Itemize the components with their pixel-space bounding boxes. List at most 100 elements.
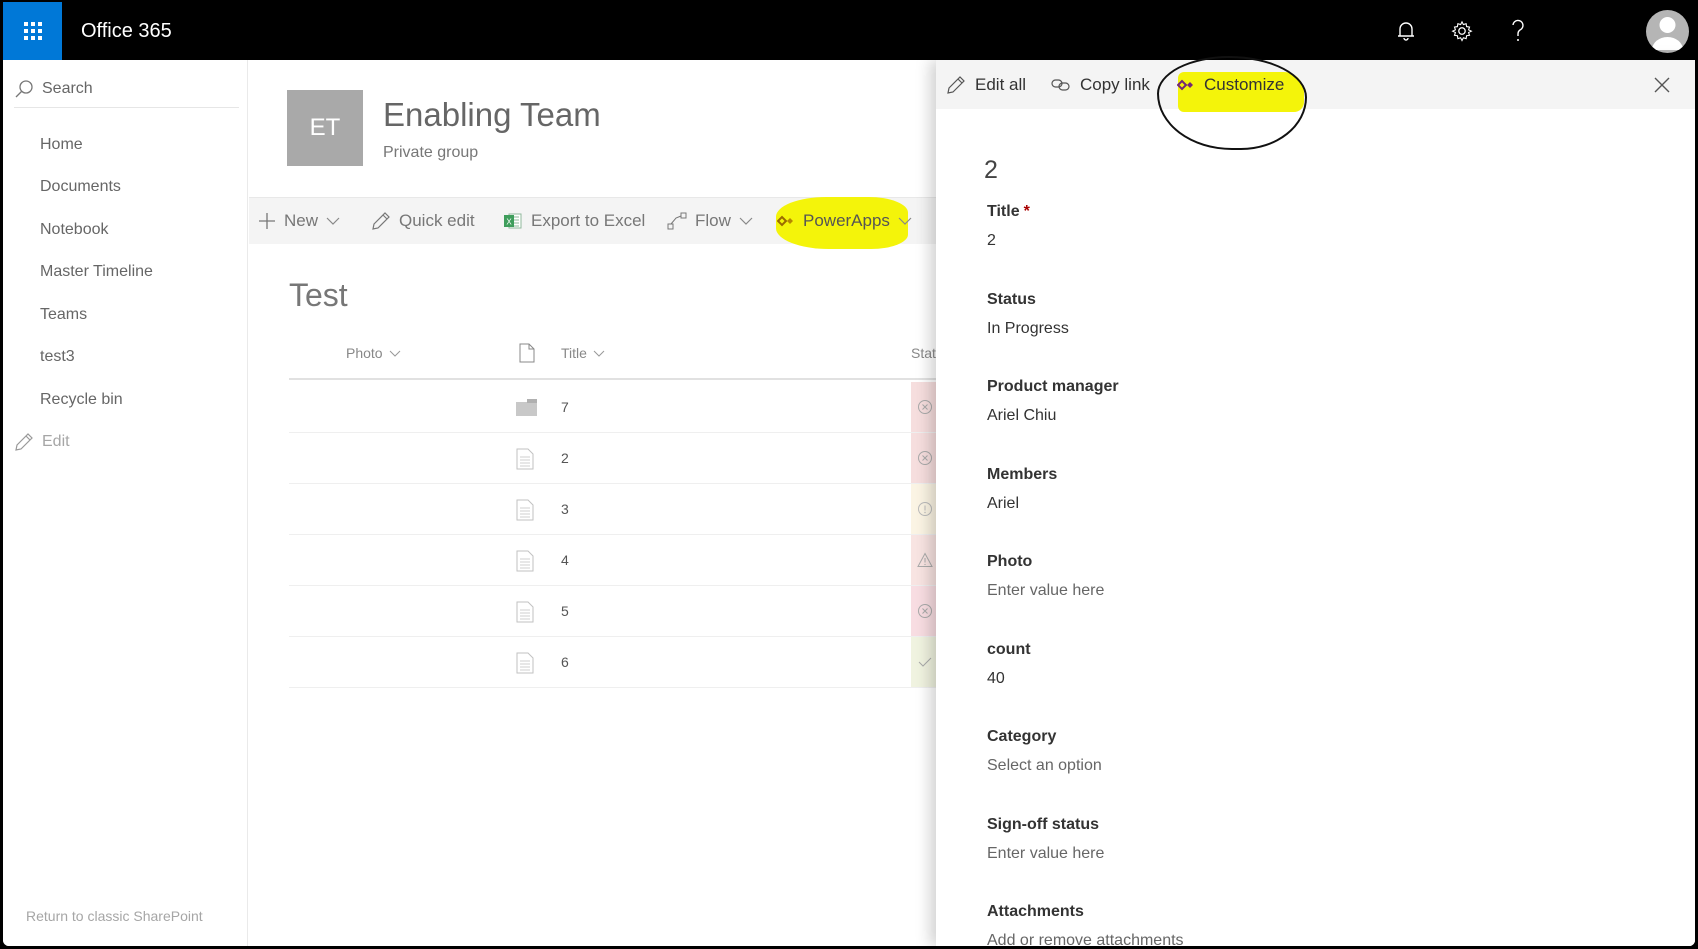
info-icon: [918, 502, 932, 516]
check-icon: [918, 657, 932, 667]
list-row[interactable]: 6: [289, 637, 949, 688]
field-value[interactable]: Enter value here: [987, 582, 1104, 600]
list-item-icon: [516, 601, 534, 623]
help-icon: [1512, 19, 1524, 41]
row-title[interactable]: 4: [561, 535, 569, 585]
item-type-icon: [515, 550, 535, 577]
item-type-icon: [515, 448, 535, 475]
nav-item-notebook[interactable]: Notebook: [40, 221, 109, 239]
search-icon: [15, 79, 33, 97]
column-header-title[interactable]: Title: [561, 328, 605, 378]
field-value[interactable]: Ariel Chiu: [987, 407, 1119, 425]
photo-column-label: Photo: [346, 345, 383, 361]
quick-edit-button[interactable]: Quick edit: [371, 197, 475, 244]
chevron-down-icon: [898, 217, 912, 225]
field-product-manager: Product manager Ariel Chiu: [987, 378, 1119, 425]
edit-nav-button[interactable]: Edit: [14, 432, 70, 452]
pencil-icon: [372, 211, 390, 230]
list-row[interactable]: 5: [289, 586, 949, 637]
pencil-icon: [947, 75, 965, 94]
export-label: Export to Excel: [531, 210, 646, 230]
field-value[interactable]: Enter value here: [987, 845, 1104, 863]
flow-button[interactable]: Flow: [667, 197, 753, 244]
return-to-classic-link[interactable]: Return to classic SharePoint: [26, 908, 203, 924]
list-header: Photo Title Stat: [289, 328, 949, 380]
export-to-excel-button[interactable]: X Export to Excel: [503, 197, 645, 244]
field-value[interactable]: In Progress: [987, 320, 1069, 338]
field-label: count: [987, 640, 1031, 658]
site-subtitle: Private group: [383, 144, 479, 161]
browser-frame: Office 365 Search Home Documents Noteboo…: [3, 2, 1695, 946]
row-title[interactable]: 6: [561, 637, 569, 687]
column-header-type[interactable]: [519, 328, 535, 378]
row-title[interactable]: 3: [561, 484, 569, 534]
field-value[interactable]: Add or remove attachments: [987, 932, 1184, 946]
field-value[interactable]: 40: [987, 670, 1031, 688]
gear-icon: [1451, 20, 1473, 42]
settings-button[interactable]: [1437, 2, 1487, 60]
column-header-photo[interactable]: Photo: [346, 328, 401, 378]
waffle-icon: [23, 22, 42, 40]
item-header: 2: [984, 156, 998, 184]
row-title[interactable]: 5: [561, 586, 569, 636]
list-row[interactable]: 3: [289, 484, 949, 535]
list-row[interactable]: 7: [289, 382, 949, 433]
brand-label[interactable]: Office 365: [81, 2, 172, 60]
field-members: Members Ariel: [987, 466, 1057, 513]
link-icon: [1051, 78, 1070, 91]
field-status: Status In Progress: [987, 291, 1069, 338]
customize-label: Customize: [1204, 74, 1285, 94]
nav-item-master-timeline[interactable]: Master Timeline: [40, 263, 153, 281]
list-row[interactable]: 2: [289, 433, 949, 484]
list-row[interactable]: 4: [289, 535, 949, 586]
field-value[interactable]: Ariel: [987, 495, 1057, 513]
new-button[interactable]: New: [258, 197, 340, 244]
app-launcher-button[interactable]: [3, 2, 62, 60]
nav-item-teams[interactable]: Teams: [40, 306, 87, 324]
customize-button[interactable]: Customize: [1177, 60, 1284, 109]
chevron-down-icon: [389, 350, 400, 357]
column-header-status[interactable]: Stat: [911, 328, 936, 378]
field-label: Sign-off status: [987, 815, 1099, 833]
field-label: Category: [987, 728, 1057, 745]
field-value[interactable]: Select an option: [987, 757, 1102, 775]
list-item-icon: [516, 550, 534, 572]
powerapps-icon: [1177, 79, 1193, 90]
site-logo[interactable]: ET: [287, 90, 363, 166]
nav-item-recycle-bin[interactable]: Recycle bin: [40, 391, 123, 409]
powerapps-button[interactable]: PowerApps: [777, 197, 912, 244]
row-title[interactable]: 7: [561, 382, 569, 432]
blocked-icon: [918, 451, 932, 465]
quick-edit-label: Quick edit: [399, 210, 475, 230]
list-item-icon: [516, 499, 534, 521]
field-attachments: Attachments Add or remove attachments: [987, 903, 1184, 946]
close-panel-button[interactable]: [1649, 72, 1675, 98]
nav-item-documents[interactable]: Documents: [40, 178, 121, 196]
item-detail-panel: Edit all Copy link Customize 2 Title * 2 St…: [936, 56, 1695, 946]
item-type-icon: [515, 601, 535, 628]
site-title[interactable]: Enabling Team: [383, 96, 601, 134]
help-button[interactable]: [1493, 2, 1543, 60]
avatar[interactable]: [1646, 10, 1689, 53]
field-title: Title * 2: [987, 203, 1030, 250]
field-value[interactable]: 2: [987, 232, 1030, 250]
title-column-label: Title: [561, 345, 587, 361]
copy-link-label: Copy link: [1080, 74, 1150, 94]
required-marker: *: [1023, 203, 1030, 220]
row-title[interactable]: 2: [561, 433, 569, 483]
field-label: Product manager: [987, 378, 1119, 395]
list-item-icon: [516, 652, 534, 674]
copy-link-button[interactable]: Copy link: [1051, 60, 1150, 109]
notifications-button[interactable]: [1381, 2, 1431, 60]
flow-label: Flow: [695, 210, 731, 230]
plus-icon: [259, 212, 275, 229]
close-icon: [1654, 77, 1670, 93]
search-box[interactable]: Search: [14, 70, 239, 108]
nav-item-home[interactable]: Home: [40, 136, 83, 154]
edit-all-button[interactable]: Edit all: [946, 60, 1026, 109]
nav-item-test3[interactable]: test3: [40, 348, 75, 366]
document-icon: [519, 343, 535, 363]
field-label: Photo: [987, 553, 1033, 570]
warning-icon: [917, 552, 933, 567]
item-type-icon: [515, 652, 535, 679]
